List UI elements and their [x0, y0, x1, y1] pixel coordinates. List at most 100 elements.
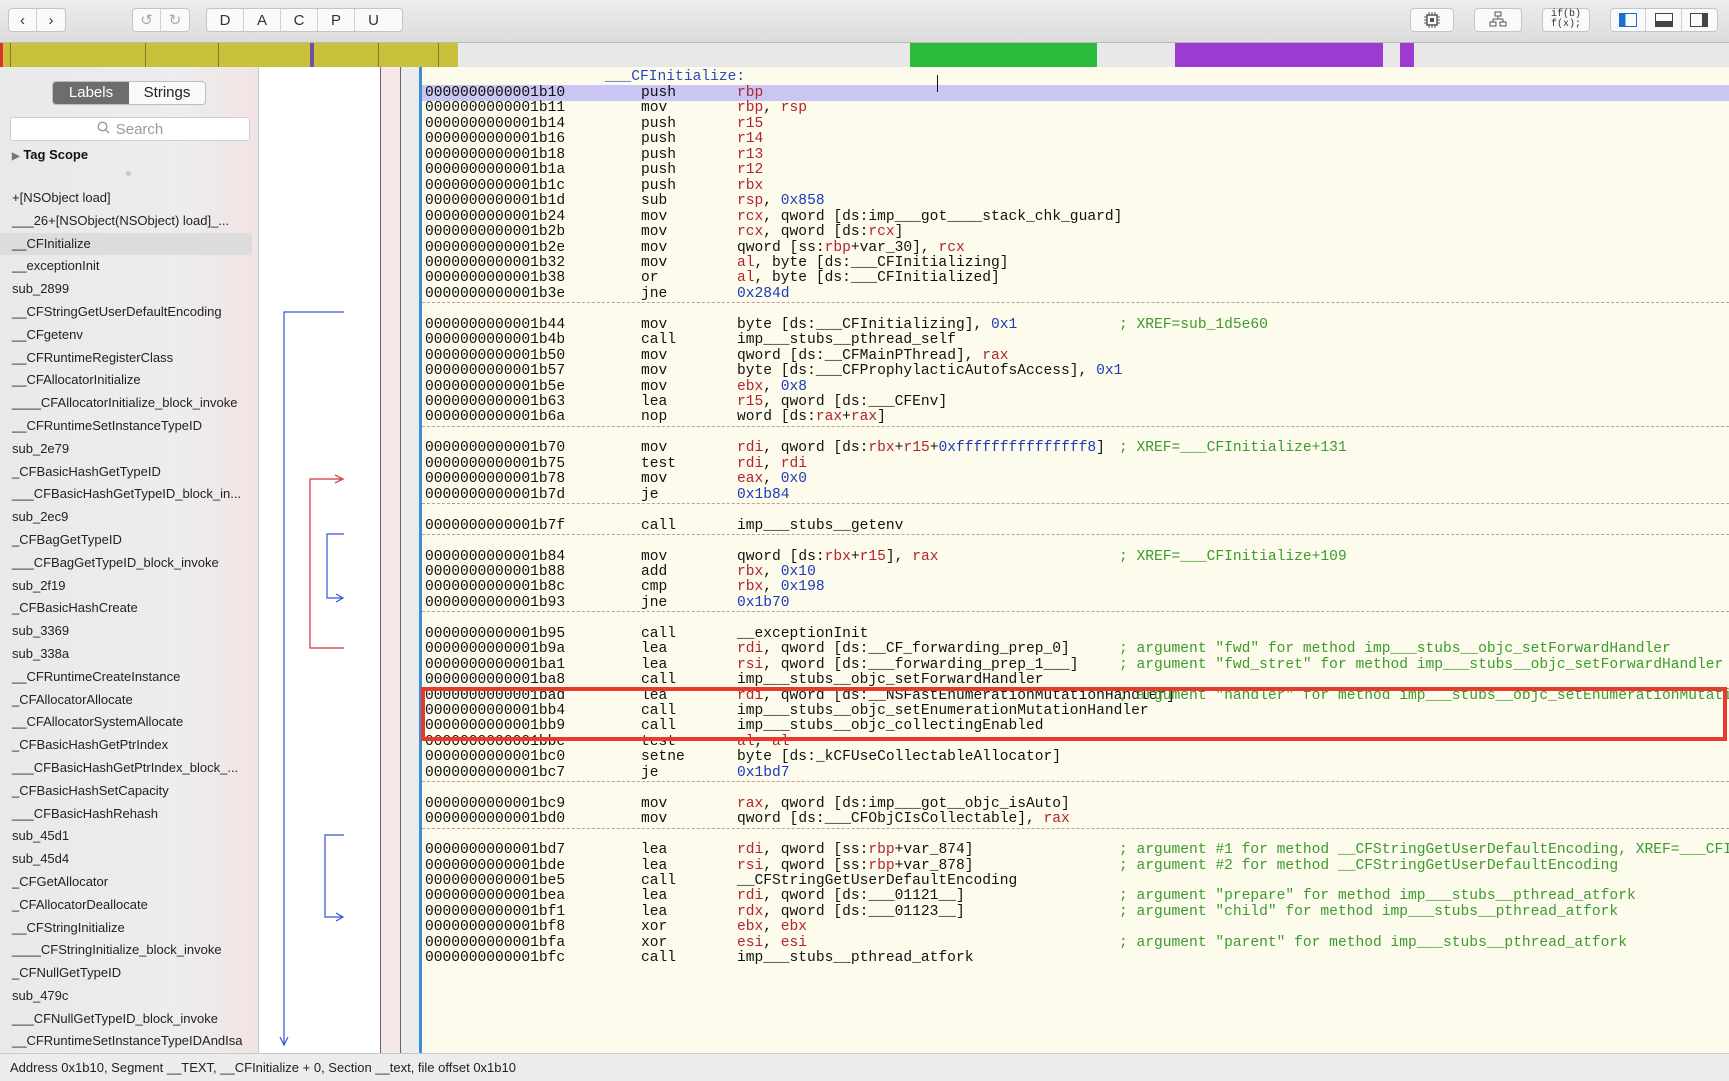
code-row[interactable]: 0000000000001b1c push rbx	[422, 178, 1729, 194]
sidebar-label-item[interactable]: _CFGetAllocator	[0, 871, 252, 894]
code-row[interactable]: 0000000000001b1a push r12	[422, 162, 1729, 178]
code-row[interactable]: 0000000000001b10 push rbp	[422, 85, 1729, 101]
code-row[interactable]: 0000000000001b7f call imp___stubs__getenv	[422, 518, 1729, 534]
sidebar-label-item[interactable]: sub_2ec9	[0, 506, 252, 529]
code-row[interactable]: 0000000000001b16 push r14	[422, 131, 1729, 147]
sidebar-label-item[interactable]: sub_338a	[0, 643, 252, 666]
pseudocode-button[interactable]: if(b) f(x);	[1542, 8, 1590, 32]
sidebar-label-item[interactable]: __CFgetenv	[0, 324, 252, 347]
toggle-right-panel-button[interactable]	[1682, 9, 1717, 31]
code-row[interactable]: 0000000000001b18 push r13	[422, 147, 1729, 163]
code-row[interactable]: 0000000000001b2e mov qword [ss:rbp+var_30]…	[422, 240, 1729, 256]
sidebar-label-item[interactable]: _CFBasicHashGetPtrIndex	[0, 734, 252, 757]
code-row[interactable]: 0000000000001bea lea rdi, qword [ds:___011…	[422, 888, 1729, 904]
code-row[interactable]: 0000000000001b44 mov byte [ds:___CFInitial…	[422, 317, 1729, 333]
sidebar-label-item[interactable]: sub_2e79	[0, 438, 252, 461]
sidebar-label-item[interactable]: _CFBagGetTypeID	[0, 529, 252, 552]
code-row[interactable]: 0000000000001b32 mov al, byte [ds:___CFIni…	[422, 255, 1729, 271]
sidebar-label-item[interactable]: sub_2f19	[0, 575, 252, 598]
ascii-type-button[interactable]: A	[244, 9, 281, 31]
tab-strings[interactable]: Strings	[129, 82, 205, 104]
code-row[interactable]: 0000000000001bc7 je 0x1bd7	[422, 765, 1729, 781]
code-row[interactable]: 0000000000001b24 mov rcx, qword [ds:imp___…	[422, 209, 1729, 225]
sidebar-label-item[interactable]: +[NSObject load]	[0, 187, 252, 210]
code-row[interactable]: 0000000000001b70 mov rdi, qword [ds:rbx+r1…	[422, 440, 1729, 456]
search-input[interactable]: Search	[10, 117, 250, 141]
tag-scope-toggle[interactable]: ▶ Tag Scope	[12, 147, 88, 162]
sidebar-label-item[interactable]: ___26+[NSObject(NSObject) load]_...	[0, 210, 252, 233]
code-row[interactable]: 0000000000001bc0 setne byte [ds:_kCFUseCol…	[422, 749, 1729, 765]
code-row[interactable]: 0000000000001ba1 lea rsi, qword [ds:___for…	[422, 657, 1729, 673]
sidebar-label-item[interactable]: __CFRuntimeSetInstanceTypeID	[0, 415, 252, 438]
sidebar-label-item[interactable]: ___CFBasicHashGetPtrIndex_block_...	[0, 757, 252, 780]
sidebar-label-item[interactable]: _CFNullGetTypeID	[0, 962, 252, 985]
code-row[interactable]: 0000000000001b4b call imp___stubs__pthread…	[422, 332, 1729, 348]
sidebar-label-item[interactable]: _CFAllocatorAllocate	[0, 689, 252, 712]
sidebar-label-item[interactable]: ___CFBagGetTypeID_block_invoke	[0, 552, 252, 575]
sidebar-label-item[interactable]: __CFRuntimeSetInstanceTypeIDAndIsa	[0, 1030, 252, 1053]
sidebar-label-item[interactable]: sub_45d1	[0, 825, 252, 848]
code-row[interactable]: 0000000000001b3e jne 0x284d	[422, 286, 1729, 302]
sidebar-label-item[interactable]: sub_2899	[0, 278, 252, 301]
code-row[interactable]: 0000000000001b50 mov qword [ds:__CFMainPTh…	[422, 348, 1729, 364]
sidebar-label-item[interactable]: sub_45d4	[0, 848, 252, 871]
code-row[interactable]: 0000000000001bf1 lea rdx, qword [ds:___011…	[422, 904, 1729, 920]
code-row[interactable]: 0000000000001bd7 lea rdi, qword [ss:rbp+va…	[422, 842, 1729, 858]
code-row[interactable]: 0000000000001b11 mov rbp, rsp	[422, 100, 1729, 116]
code-row[interactable]: 0000000000001b78 mov eax, 0x0	[422, 471, 1729, 487]
sidebar-label-item[interactable]: __CFRuntimeCreateInstance	[0, 666, 252, 689]
code-row[interactable]: 0000000000001b9a lea rdi, qword [ds:__CF_f…	[422, 641, 1729, 657]
back-button[interactable]: ‹	[9, 9, 37, 31]
sidebar-label-item[interactable]: _CFBasicHashCreate	[0, 597, 252, 620]
undefined-type-button[interactable]: U	[355, 9, 392, 31]
code-row[interactable]: 0000000000001b95 call __exceptionInit	[422, 626, 1729, 642]
forward-button[interactable]: ›	[37, 9, 65, 31]
sidebar-label-item[interactable]: __exceptionInit	[0, 255, 252, 278]
code-row[interactable]: 0000000000001b8c cmp rbx, 0x198	[422, 579, 1729, 595]
code-row[interactable]: 0000000000001bf8 xor ebx, ebx	[422, 919, 1729, 935]
redo-button[interactable]: ↻	[161, 9, 189, 31]
sidebar-label-item[interactable]: __CFAllocatorInitialize	[0, 369, 252, 392]
code-type-button[interactable]: C	[281, 9, 318, 31]
code-row[interactable]: 0000000000001b75 test rdi, rdi	[422, 456, 1729, 472]
code-row[interactable]: 0000000000001b7d je 0x1b84	[422, 487, 1729, 503]
code-row[interactable]: 0000000000001b63 lea r15, qword [ds:___CFE…	[422, 394, 1729, 410]
code-row[interactable]: 0000000000001bde lea rsi, qword [ss:rbp+va…	[422, 858, 1729, 874]
data-type-button[interactable]: D	[207, 9, 244, 31]
sidebar-label-item[interactable]: _CFAllocatorDeallocate	[0, 894, 252, 917]
cpu-button[interactable]	[1410, 8, 1454, 32]
code-row[interactable]: 0000000000001bfa xor esi, esi ; argument "p…	[422, 935, 1729, 951]
code-row[interactable]: 0000000000001bc9 mov rax, qword [ds:imp___…	[422, 796, 1729, 812]
sidebar-label-item[interactable]: __CFAllocatorSystemAllocate	[0, 711, 252, 734]
sidebar-label-item[interactable]: _CFBasicHashGetTypeID	[0, 461, 252, 484]
code-row[interactable]: 0000000000001b14 push r15	[422, 116, 1729, 132]
code-row[interactable]: 0000000000001b84 mov qword [ds:rbx+r15], r…	[422, 549, 1729, 565]
sidebar-label-item[interactable]: __CFInitialize	[0, 232, 252, 256]
sidebar-label-item[interactable]: ___CFNullGetTypeID_block_invoke	[0, 1008, 252, 1031]
tab-labels[interactable]: Labels	[53, 82, 129, 104]
sidebar-label-item[interactable]: __CFStringGetUserDefaultEncoding	[0, 301, 252, 324]
sidebar-label-item[interactable]: ___CFBasicHashRehash	[0, 803, 252, 826]
code-row[interactable]: 0000000000001bd0 mov qword [ds:___CFObjCIs…	[422, 811, 1729, 827]
code-row[interactable]: 0000000000001b2b mov rcx, qword [ds:rcx]	[422, 224, 1729, 240]
procedure-type-button[interactable]: P	[318, 9, 355, 31]
disassembly-view[interactable]: ___CFInitialize: 0000000000001b10 push rbp…	[422, 67, 1729, 1053]
undo-button[interactable]: ↺	[133, 9, 161, 31]
segment-navigation-bar[interactable]	[0, 43, 1729, 67]
sidebar-label-item[interactable]: _CFBasicHashSetCapacity	[0, 780, 252, 803]
code-row[interactable]: 0000000000001ba8 call imp___stubs__objc_se…	[422, 672, 1729, 688]
sidebar-label-item[interactable]: ___CFBasicHashGetTypeID_block_in...	[0, 483, 252, 506]
code-row[interactable]: 0000000000001b57 mov byte [ds:___CFProphyl…	[422, 363, 1729, 379]
sidebar-label-item[interactable]: sub_479c	[0, 985, 252, 1008]
toggle-left-panel-button[interactable]	[1611, 9, 1647, 31]
code-row[interactable]: 0000000000001b5e mov ebx, 0x8	[422, 379, 1729, 395]
sidebar-label-item[interactable]: __CFRuntimeRegisterClass	[0, 347, 252, 370]
sidebar-label-item[interactable]: ____CFStringInitialize_block_invoke	[0, 939, 252, 962]
code-row[interactable]: 0000000000001b1d sub rsp, 0x858	[422, 193, 1729, 209]
sidebar-label-item[interactable]: sub_3369	[0, 620, 252, 643]
code-row[interactable]: 0000000000001be5 call __CFStringGetUserDef…	[422, 873, 1729, 889]
control-flow-graph-button[interactable]	[1474, 8, 1522, 32]
code-row[interactable]: 0000000000001b6a nop word [ds:rax+rax]	[422, 409, 1729, 425]
sidebar-label-item[interactable]: ____CFAllocatorInitialize_block_invoke	[0, 392, 252, 415]
sidebar-label-item[interactable]: __CFStringInitialize	[0, 917, 252, 940]
